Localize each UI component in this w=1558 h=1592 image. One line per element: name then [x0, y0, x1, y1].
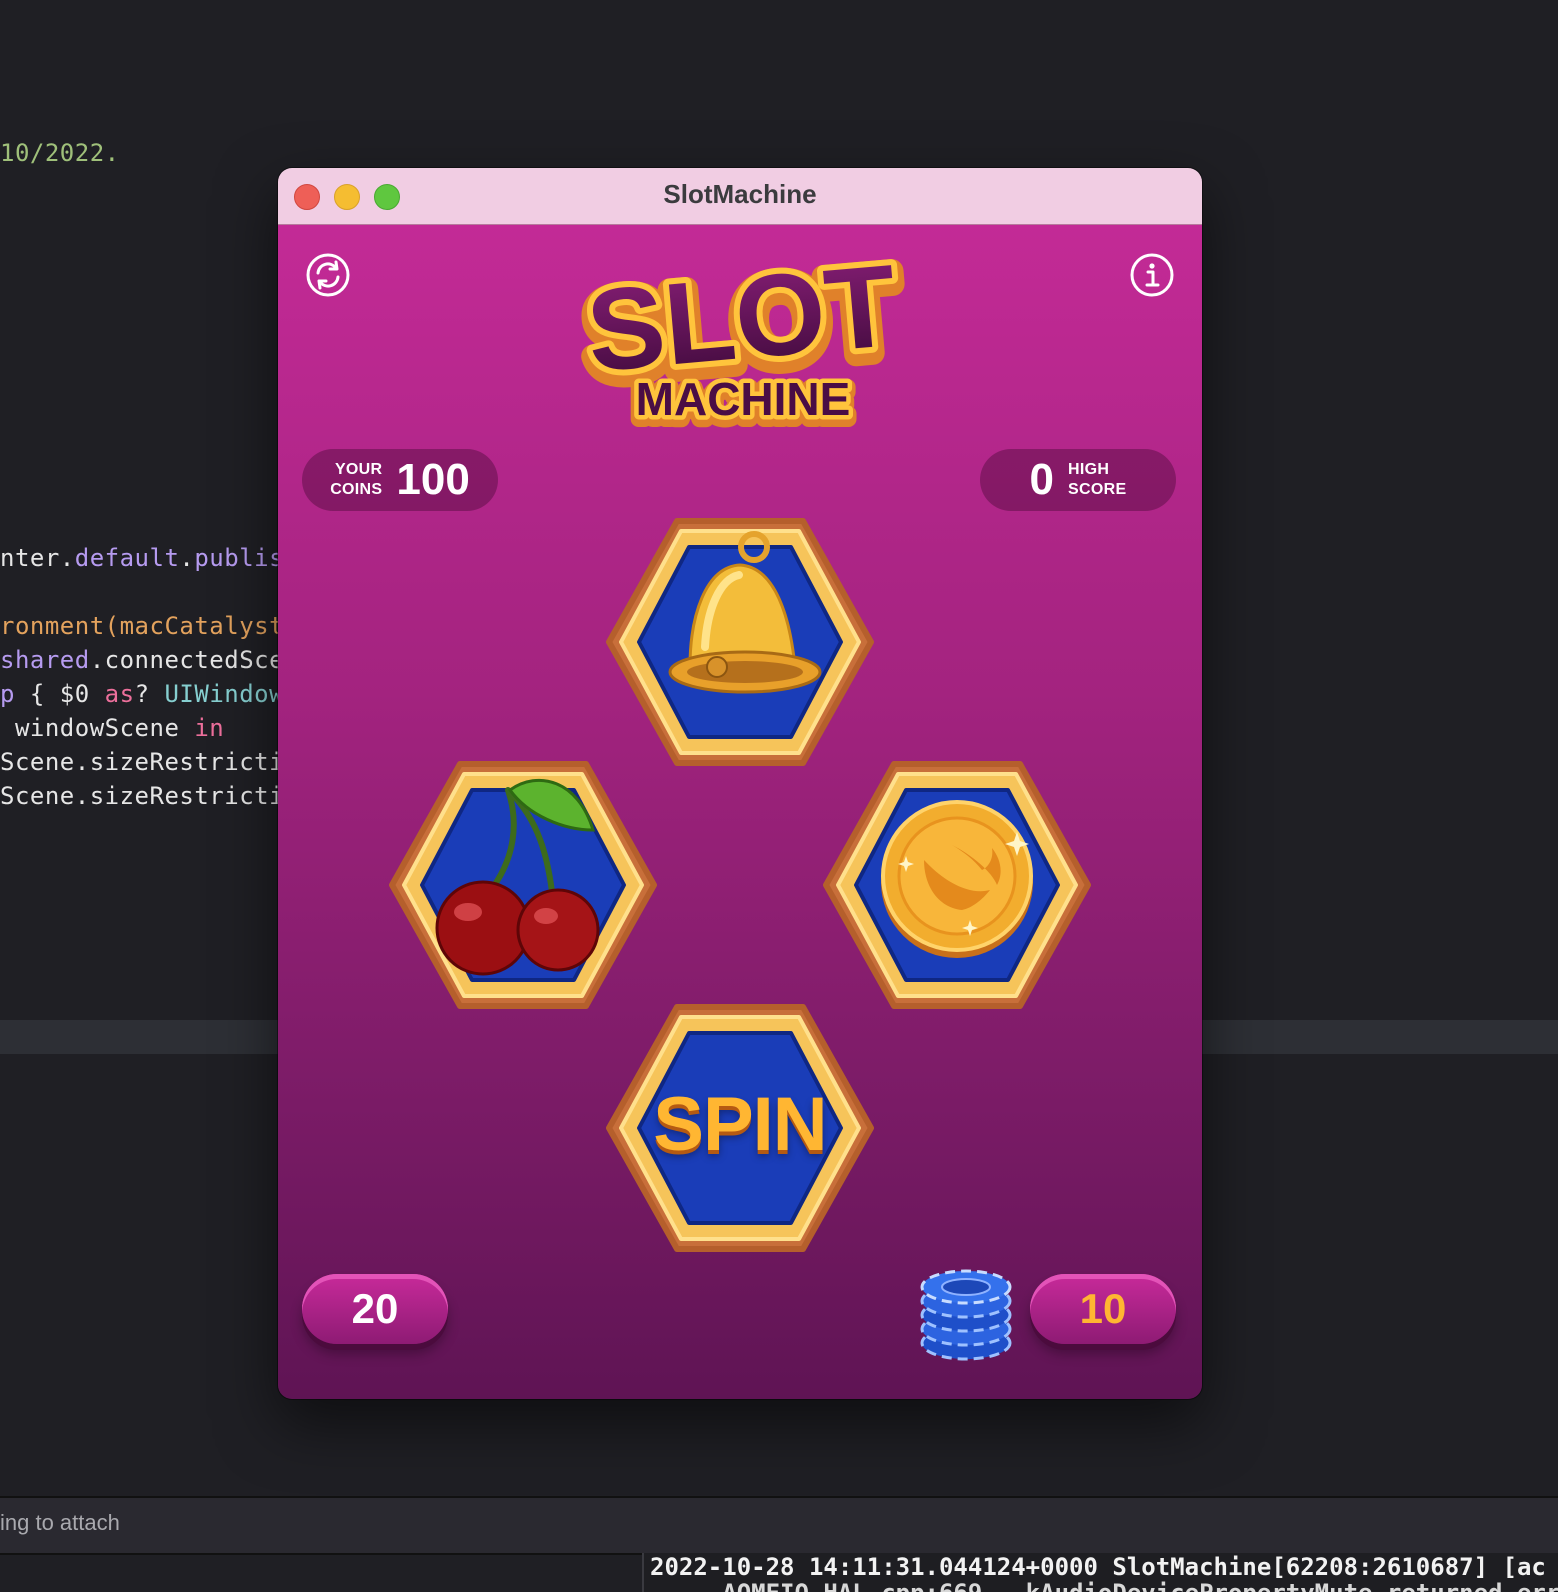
code-token: ronment(macCatalyst: [0, 612, 285, 640]
code-line: 10/2022.: [0, 139, 120, 167]
bet-20-button[interactable]: 20: [302, 1274, 448, 1344]
console-output[interactable]: 2022-10-28 14:11:31.044124+0000 SlotMach…: [642, 1553, 1558, 1592]
code-token: { $0: [14, 680, 105, 708]
code-line: nter.default.publis: [0, 544, 284, 572]
console-line: AQMEIO_HAL.cpp:669 kAudioDevicePropertyM…: [650, 1579, 1558, 1592]
spin-label: SPIN: [653, 1082, 827, 1167]
window-title: SlotMachine: [663, 179, 817, 209]
console-line: 2022-10-28 14:11:31.044124+0000 SlotMach…: [650, 1553, 1546, 1581]
code-token: Scene.sizeRestricti: [0, 782, 285, 810]
code-line: Scene.sizeRestricti: [0, 782, 284, 810]
label-line: COINS: [330, 481, 383, 498]
reset-icon[interactable]: [306, 253, 350, 297]
high-score-value: 0: [1029, 455, 1055, 504]
game-view: SLOT SLOT MACHINE MACHINE YOUR COINS 100…: [278, 225, 1202, 1399]
bell-icon: [668, 531, 822, 694]
high-score-label: HIGH SCORE: [1068, 460, 1126, 500]
code-token: nter.: [0, 544, 75, 572]
code-token: Scene.sizeRestricti: [0, 748, 285, 776]
code-line: Scene.sizeRestricti: [0, 748, 284, 776]
code-line: windowScene in: [0, 714, 224, 742]
reel-left: [388, 760, 658, 1010]
high-score-display: 0 HIGH SCORE: [980, 449, 1176, 511]
bet-10-button[interactable]: 10: [1030, 1274, 1176, 1344]
code-token: .: [179, 544, 195, 572]
label-line: SCORE: [1068, 481, 1127, 498]
code-token: in: [194, 714, 225, 742]
code-token: shared: [0, 646, 90, 674]
debug-status-text: ing to attach: [0, 1510, 120, 1535]
code-token: p: [0, 680, 15, 708]
your-coins-display: YOUR COINS 100: [302, 449, 498, 511]
code-token: 10/2022.: [0, 139, 120, 167]
label-line: HIGH: [1068, 461, 1110, 478]
cherry-icon: [435, 778, 600, 976]
reel-right: [822, 760, 1092, 1010]
code-token: publis: [194, 544, 285, 572]
label-line: YOUR: [334, 461, 383, 478]
chips-icon: [918, 1255, 1014, 1365]
slot-machine-window: SlotMachine SLOT SLOT MACHINE MACHINE YO…: [278, 168, 1202, 1399]
code-token: default: [74, 544, 180, 572]
code-token: windowScene: [0, 714, 195, 742]
your-coins-label: YOUR COINS: [330, 460, 382, 500]
swift-coin-icon: [881, 800, 1033, 958]
debug-bar: [0, 1496, 1558, 1555]
your-coins-value: 100: [396, 455, 470, 504]
title-bar[interactable]: SlotMachine: [278, 168, 1202, 225]
code-line: p { $0 as? UIWindowS: [0, 680, 299, 708]
reel-top: [605, 517, 875, 767]
code-token: ?: [134, 680, 165, 708]
code-token: as: [104, 680, 135, 708]
code-line: ronment(macCatalyst: [0, 612, 284, 640]
slot-machine-logo: SLOT SLOT MACHINE MACHINE: [538, 234, 948, 437]
spin-button[interactable]: SPIN: [605, 1003, 875, 1253]
code-line: shared.connectedScer: [0, 646, 299, 674]
svg-text:MACHINE: MACHINE: [636, 373, 851, 425]
info-icon[interactable]: [1130, 253, 1174, 297]
code-token: .connectedScer: [89, 646, 299, 674]
